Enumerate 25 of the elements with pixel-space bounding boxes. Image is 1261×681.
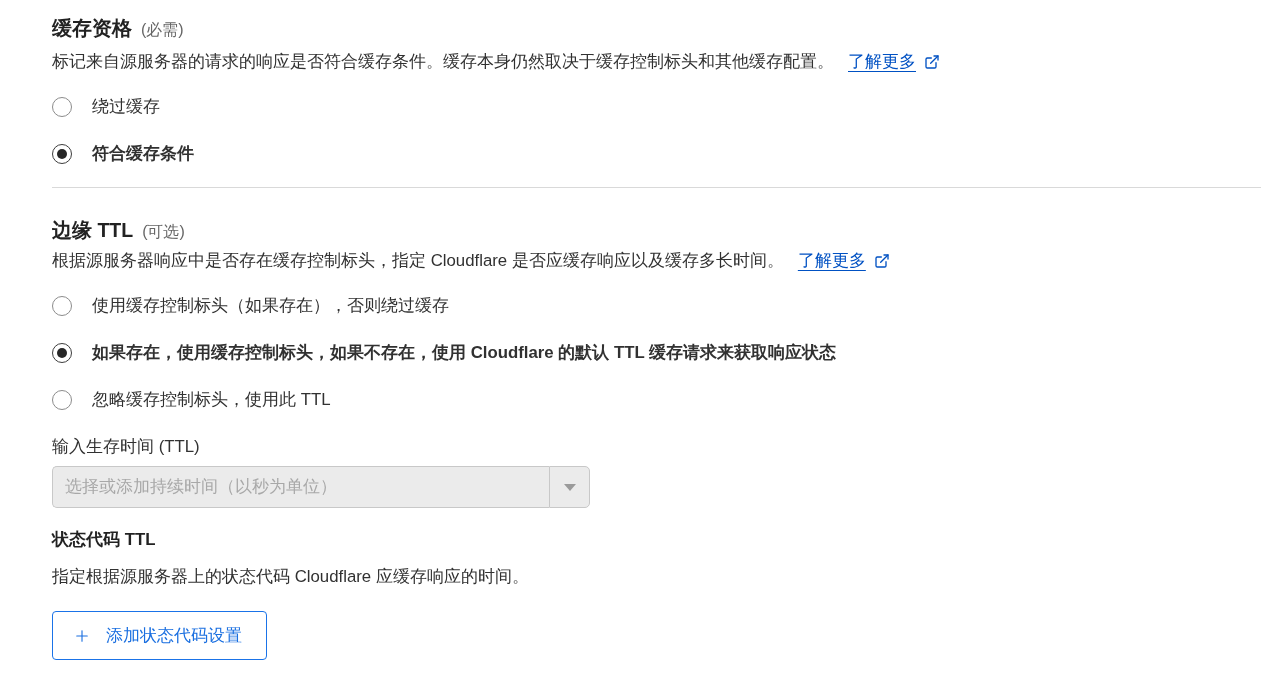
section-title: 边缘 TTL (52, 218, 134, 243)
radio-button[interactable] (52, 97, 72, 117)
status-code-title: 状态代码 TTL (52, 529, 156, 551)
section-title: 缓存资格 (52, 16, 132, 41)
radio-label: 使用缓存控制标头（如果存在），否则绕过缓存 (92, 295, 449, 317)
section-tag: (可选) (142, 220, 185, 244)
caret-icon (563, 483, 576, 491)
radio-label: 符合缓存条件 (92, 143, 194, 165)
learn-more-link[interactable]: 了解更多 (848, 50, 940, 74)
radio-button[interactable] (52, 343, 72, 363)
radio-button[interactable] (52, 144, 72, 164)
radio-button[interactable] (52, 390, 72, 410)
radio-button[interactable] (52, 296, 72, 316)
external-link-icon (873, 253, 890, 269)
field-label: 输入生存时间 (TTL) (52, 436, 200, 458)
radio-label: 忽略缓存控制标头，使用此 TTL (92, 389, 331, 411)
learn-more-link[interactable]: 了解更多 (797, 249, 890, 273)
add-status-code-button[interactable]: 添加状态代码设置 (52, 611, 267, 660)
radio-label: 绕过缓存 (92, 96, 160, 118)
radio-label: 如果存在，使用缓存控制标头，如果不存在，使用 Cloudflare 的默认 TTL 缓存请求来获取响应状态 (92, 342, 837, 364)
section-description: 标记来自源服务器的请求的响应是否符合缓存条件。缓存本身仍然取决于缓存控制标头和其他缓存配置。 (52, 51, 834, 73)
section-tag: (必需) (141, 18, 184, 42)
section-description: 根据源服务器响应中是否存在缓存控制标头，指定 Cloudflare 是否应缓存响应以及缓存多长时间。 (52, 250, 784, 272)
external-link-icon (924, 54, 940, 70)
status-code-description: 指定根据源服务器上的状态代码 Cloudflare 应缓存响应的时间。 (52, 566, 529, 588)
